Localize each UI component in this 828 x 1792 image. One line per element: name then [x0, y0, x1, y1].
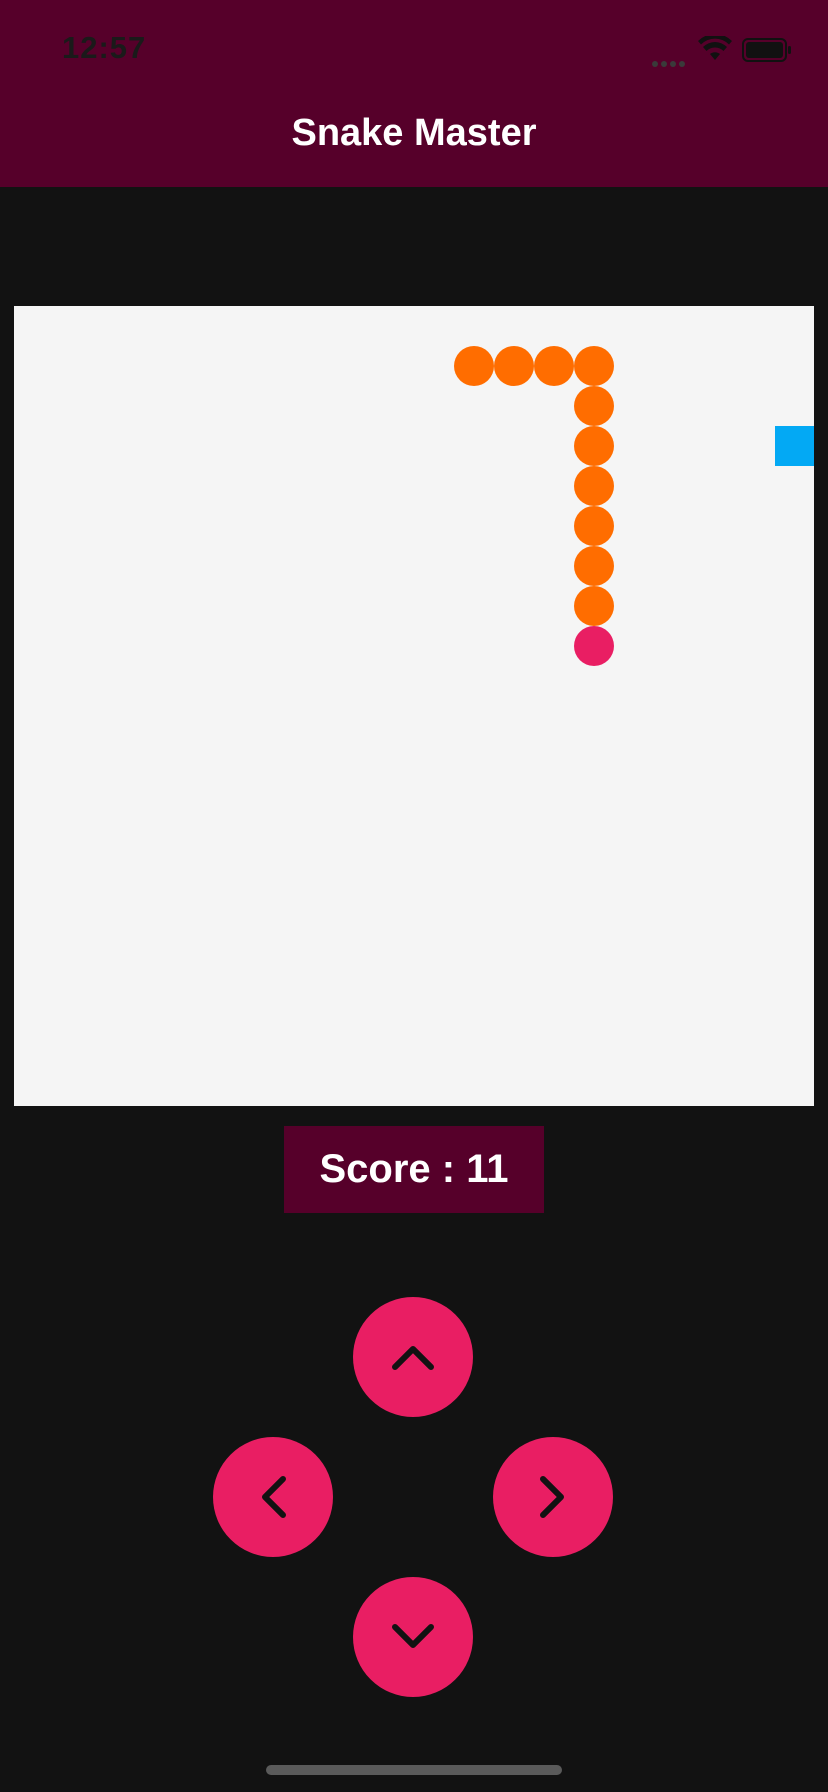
status-time: 12:57 — [62, 30, 147, 65]
battery-icon — [742, 38, 791, 62]
snake-body-segment — [574, 426, 614, 466]
home-indicator[interactable] — [266, 1765, 562, 1775]
snake-body-segment — [574, 346, 614, 386]
snake-body-segment — [574, 586, 614, 626]
cellular-signal-icon — [652, 54, 692, 67]
snake-body-segment — [574, 466, 614, 506]
score-display: Score : 11 — [284, 1126, 544, 1213]
down-button[interactable] — [353, 1577, 473, 1697]
snake-body-segment — [534, 346, 574, 386]
chevron-up-icon — [392, 1346, 434, 1370]
chevron-down-icon — [392, 1624, 434, 1648]
up-button[interactable] — [353, 1297, 473, 1417]
page-title: Snake Master — [291, 112, 537, 154]
snake-body-segment — [494, 346, 534, 386]
right-button[interactable] — [493, 1437, 613, 1557]
chevron-left-icon — [262, 1476, 286, 1518]
chevron-right-icon — [540, 1476, 564, 1518]
snake-body-segment — [574, 386, 614, 426]
left-button[interactable] — [213, 1437, 333, 1557]
app-header: 12:57 Snake Master — [0, 0, 828, 187]
wifi-icon — [698, 36, 732, 60]
food-item — [775, 426, 814, 466]
snake-body-segment — [574, 546, 614, 586]
snake-body-segment — [574, 506, 614, 546]
snake-head — [574, 626, 614, 666]
snake-body-segment — [454, 346, 494, 386]
score-label: Score : 11 — [319, 1147, 509, 1191]
game-board — [14, 306, 814, 1106]
